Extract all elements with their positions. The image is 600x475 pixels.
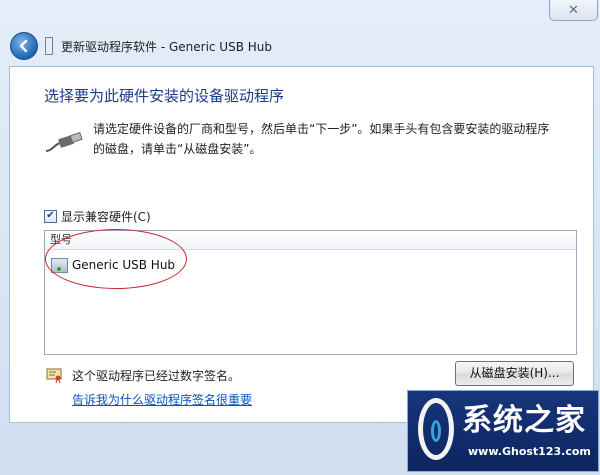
back-arrow-icon (19, 39, 28, 53)
certificate-icon (46, 368, 62, 383)
have-disk-button[interactable]: 从磁盘安装(H)... (455, 361, 574, 386)
close-icon: ✕ (568, 2, 579, 18)
show-compatible-row[interactable]: ✔ 显示兼容硬件(C) (44, 208, 151, 224)
show-compatible-label[interactable]: 显示兼容硬件(C) (61, 208, 151, 225)
watermark-title: 系统之家 (462, 403, 586, 438)
signature-status-text: 这个驱动程序已经过数字签名。 (72, 369, 241, 383)
watermark-emblem-icon (418, 398, 454, 460)
checkmark-icon: ✔ (46, 210, 55, 221)
page-heading: 选择要为此硬件安装的设备驱动程序 (44, 87, 285, 105)
close-button[interactable]: ✕ (549, 0, 598, 21)
annotation-circle (45, 229, 187, 289)
watermark-logo: 系统之家 www.Ghost123.com (407, 390, 599, 472)
instructions-text: 请选定硬件设备的厂商和型号，然后单击“下一步”。如果手头有包含要安装的驱动程序的… (93, 122, 550, 156)
show-compatible-checkbox[interactable]: ✔ (44, 209, 57, 223)
usb-cable-icon (45, 131, 83, 152)
driver-update-window: ✕ 更新驱动程序软件 - Generic USB Hub 选择要为此硬件安装的设… (0, 0, 600, 475)
device-icon (45, 37, 53, 55)
watermark-url: www.Ghost123.com (468, 445, 591, 458)
back-button[interactable] (10, 32, 38, 60)
title-bar: 更新驱动程序软件 - Generic USB Hub (0, 28, 600, 62)
signature-info-link[interactable]: 告诉我为什么驱动程序签名很重要 (72, 391, 252, 408)
window-title: 更新驱动程序软件 - Generic USB Hub (61, 40, 273, 54)
